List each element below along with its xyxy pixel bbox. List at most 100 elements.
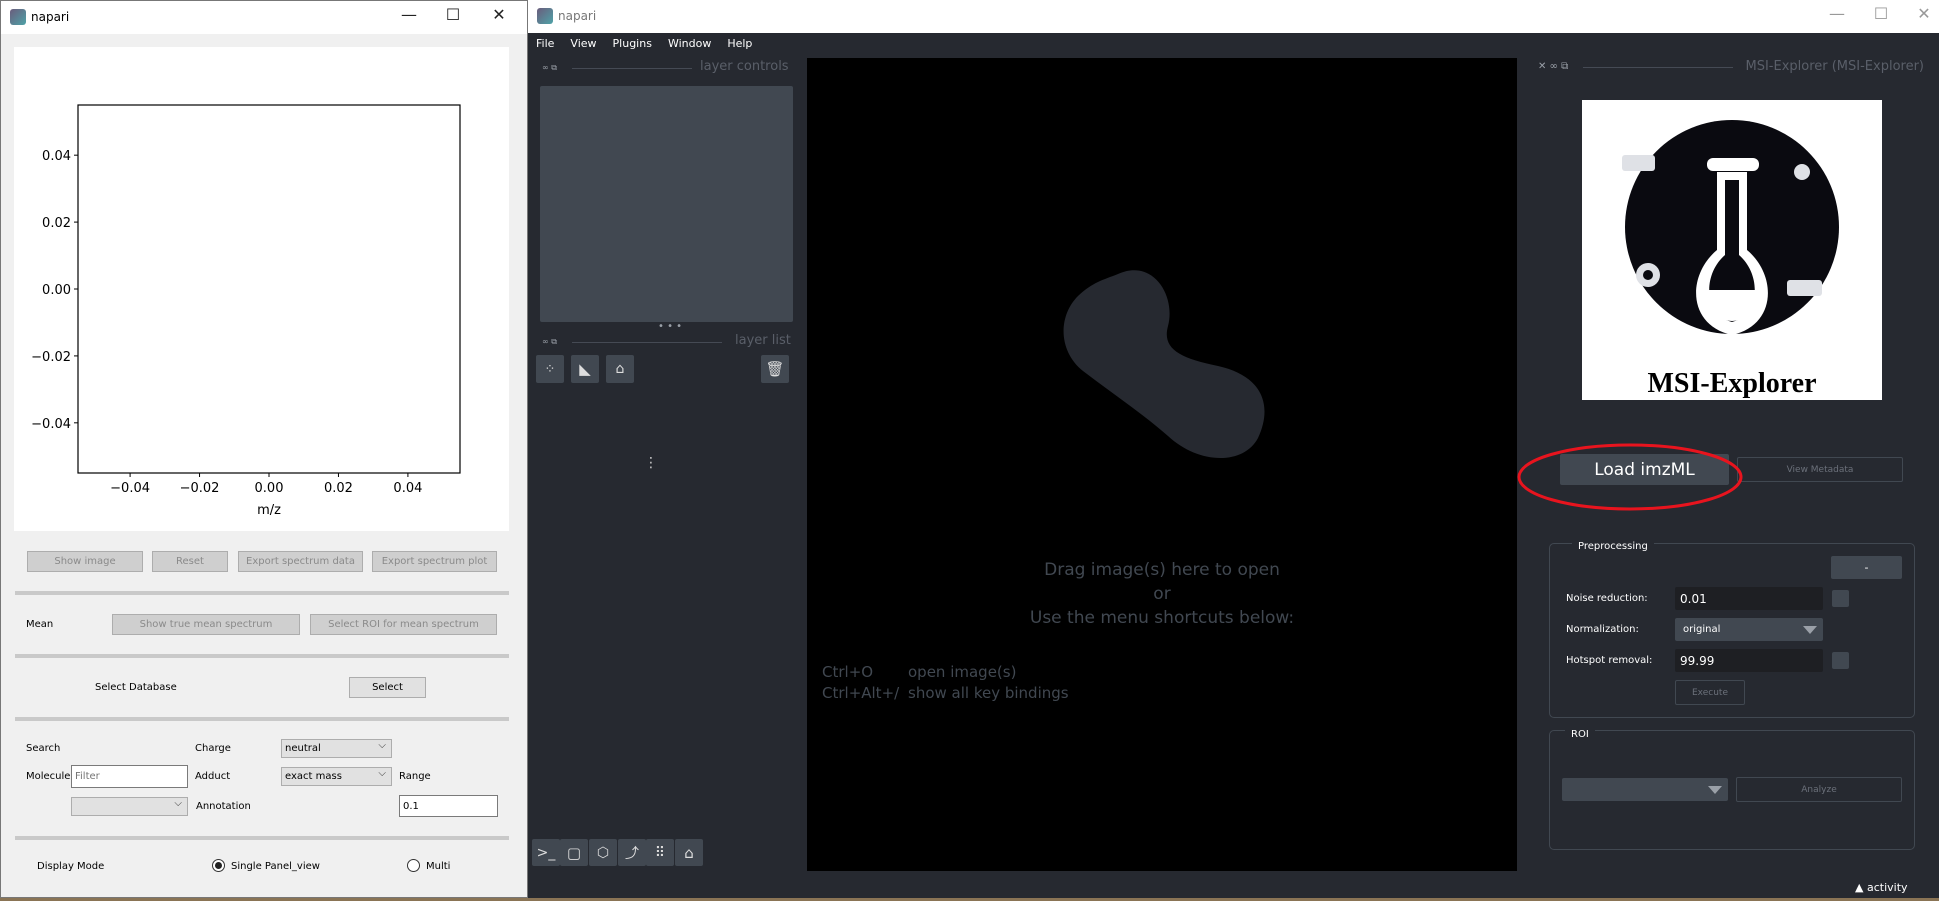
layer-controls-title: layer controls [700, 59, 789, 74]
close-icon[interactable]: ✕ [484, 5, 514, 24]
minimize-icon[interactable]: — [1822, 4, 1852, 23]
divider [15, 654, 509, 658]
hotspot-removal-label: Hotspot removal: [1566, 655, 1653, 666]
drag-hint-shortcuts: Use the menu shortcuts below: [1029, 608, 1295, 628]
hotspot-removal-checkbox[interactable] [1832, 652, 1849, 669]
new-points-layer-button[interactable]: ⁘ [536, 355, 564, 383]
home-icon[interactable]: ⌂ [675, 839, 703, 866]
export-spectrum-data-button[interactable]: Export spectrum data [238, 551, 363, 572]
dock-resize-handle[interactable]: ⋮ [644, 455, 658, 471]
menu-bar: File View Plugins Window Help [528, 33, 760, 55]
activity-toggle[interactable]: ▲ activity [1855, 881, 1908, 894]
new-shapes-layer-button[interactable]: ◣ [571, 355, 599, 383]
show-true-mean-button[interactable]: Show true mean spectrum [112, 614, 300, 635]
napari-app-icon [10, 9, 26, 25]
plot-svg: −0.04 −0.02 0.00 0.02 0.04 0.04 0.02 0.00 −0.02 −… [0, 104, 461, 518]
noise-reduction-checkbox[interactable] [1832, 590, 1849, 607]
multi-label: Multi [426, 861, 451, 872]
menu-help[interactable]: Help [719, 33, 760, 55]
y-tick-label: −0.02 [31, 350, 71, 365]
normalization-select[interactable]: original [1675, 618, 1823, 641]
x-tick-label: 0.00 [255, 481, 284, 496]
shortcut-key: Ctrl+O [822, 663, 874, 681]
x-axis-label: m/z [257, 503, 281, 518]
transpose-button[interactable]: ⤴ [618, 839, 646, 866]
float-icon[interactable]: ∞ ⧉ [542, 63, 557, 73]
y-tick-label: 0.04 [42, 149, 71, 164]
activity-label: activity [1866, 881, 1908, 894]
logo-text: MSI-Explorer [1647, 368, 1816, 399]
multi-radio[interactable] [407, 859, 420, 872]
y-tick-label: 0.02 [42, 216, 71, 231]
divider [572, 342, 722, 343]
divider [572, 68, 692, 69]
roi-select[interactable] [1562, 778, 1728, 801]
select-database-label: Select Database [95, 682, 177, 693]
noise-reduction-input[interactable]: 0.01 [1675, 587, 1823, 610]
minimize-icon[interactable]: — [394, 5, 424, 24]
maximize-icon[interactable]: ☐ [438, 5, 468, 24]
roll-dims-button[interactable]: ⬡ [589, 839, 617, 866]
canvas[interactable]: Drag image(s) here to open or Use the me… [807, 58, 1517, 871]
maximize-icon[interactable]: ☐ [1866, 4, 1896, 23]
divider [15, 717, 509, 721]
ndisplay-button[interactable]: ▢ [560, 839, 588, 866]
layer-controls-panel [540, 86, 793, 322]
adduct-select[interactable]: exact mass [281, 767, 392, 786]
molecule-select[interactable] [71, 797, 188, 816]
export-spectrum-plot-button[interactable]: Export spectrum plot [372, 551, 497, 572]
menu-view[interactable]: View [562, 33, 604, 55]
close-icon[interactable]: ✕ [1909, 4, 1939, 23]
drag-hint: Drag image(s) here to open [1044, 560, 1280, 580]
molecule-label: Molecule [26, 771, 71, 782]
grid-icon[interactable]: ⠿ [646, 839, 674, 866]
dropdown-arrow-icon [1803, 626, 1817, 634]
divider [15, 836, 509, 840]
spectrum-plot: −0.04 −0.02 0.00 0.02 0.04 0.04 0.02 0.00 −0.02 −… [0, 47, 509, 531]
hotspot-removal-input[interactable]: 99.99 [1675, 649, 1823, 672]
select-database-button[interactable]: Select [349, 677, 426, 698]
mean-label: Mean [26, 619, 54, 630]
title-bar: napari — ☐ ✕ [528, 0, 1939, 33]
x-tick-label: −0.02 [180, 481, 220, 496]
napari-window: napari — ☐ ✕ File View Plugins Window He… [528, 0, 1939, 898]
collapse-button[interactable]: - [1831, 556, 1902, 579]
layer-list-title: layer list [735, 333, 791, 348]
window-title: napari [31, 10, 70, 24]
x-tick-label: −0.04 [110, 481, 150, 496]
select-roi-mean-button[interactable]: Select ROI for mean spectrum [310, 614, 497, 635]
single-panel-label: Single Panel_view [231, 861, 320, 872]
menu-file[interactable]: File [528, 33, 562, 55]
shortcut-desc: show all key bindings [908, 684, 1069, 702]
flask-logo-icon: MSI-Explorer [1622, 120, 1839, 399]
msi-explorer-logo: MSI-Explorer [1582, 100, 1882, 400]
napari-app-icon [537, 8, 553, 24]
adduct-label: Adduct [195, 771, 231, 782]
menu-plugins[interactable]: Plugins [605, 33, 660, 55]
view-metadata-button[interactable]: View Metadata [1737, 457, 1903, 482]
reset-button[interactable]: Reset [152, 551, 228, 572]
normalization-value: original [1683, 624, 1721, 635]
menu-window[interactable]: Window [660, 33, 719, 55]
float-icon[interactable]: ∞ ⧉ [542, 337, 557, 347]
show-image-button[interactable]: Show image [27, 551, 143, 572]
splitter-handle[interactable]: • • • [658, 321, 682, 332]
display-mode-label: Display Mode [37, 861, 105, 872]
range-input[interactable]: 0.1 [399, 795, 498, 817]
charge-select[interactable]: neutral [281, 739, 392, 758]
window-title: napari [558, 9, 597, 23]
dock-close-icon[interactable]: ✕ ∞ ⧉ [1538, 61, 1568, 72]
new-labels-layer-button[interactable]: ⌂ [606, 355, 634, 383]
charge-value: neutral [285, 743, 321, 754]
divider [1583, 67, 1733, 68]
x-tick-label: 0.02 [324, 481, 353, 496]
molecule-filter-input[interactable] [71, 765, 188, 788]
analyze-button[interactable]: Analyze [1736, 777, 1902, 802]
range-label: Range [399, 771, 431, 782]
preprocessing-title: Preprocessing [1572, 541, 1654, 552]
delete-layer-icon[interactable]: 🗑 [761, 355, 789, 383]
single-panel-radio[interactable] [212, 859, 225, 872]
execute-button[interactable]: Execute [1675, 680, 1745, 705]
console-button[interactable]: >_ [532, 839, 560, 866]
adduct-value: exact mass [285, 771, 342, 782]
